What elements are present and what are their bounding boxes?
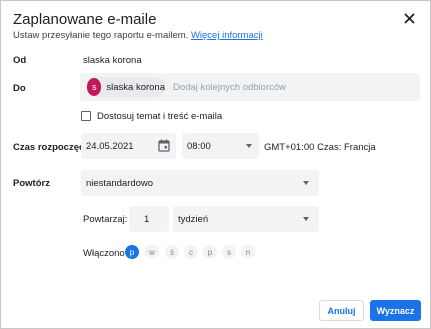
scheduled-email-dialog: Zaplanowane e-maile Ustaw przesyłanie te… (0, 0, 431, 329)
repeat-select[interactable]: niestandardowo (81, 170, 319, 196)
from-value: slaska korona (83, 55, 142, 66)
time-select[interactable]: 08:00 (182, 133, 259, 159)
timezone-label: GMT+01:00 Czas: Francja (264, 142, 376, 153)
subtitle-text: Ustaw przesyłanie tego raportu e-mailem. (13, 30, 189, 41)
day-friday[interactable]: p (203, 245, 217, 259)
calendar-icon[interactable] (158, 139, 170, 152)
day-sunday[interactable]: n (241, 245, 255, 259)
repeat-unit-value: tydzień (178, 214, 209, 225)
day-saturday[interactable]: s (222, 245, 236, 259)
repeat-label: Powtórz (13, 178, 50, 189)
customize-checkbox[interactable] (81, 111, 91, 121)
repeat-every-input[interactable]: 1 (129, 206, 169, 232)
to-label: Do (13, 83, 26, 94)
chevron-down-icon (246, 144, 252, 148)
dialog-subtitle: Ustaw przesyłanie tego raportu e-mailem.… (13, 30, 263, 41)
day-tuesday[interactable]: w (145, 245, 159, 259)
customize-label: Dostosuj temat i treść e-maila (97, 111, 223, 122)
repeat-value: niestandardowo (86, 178, 154, 189)
day-wednesday[interactable]: ś (165, 245, 179, 259)
recipients-field[interactable]: s slaska korona Dodaj kolejnych odbiorcó… (80, 73, 420, 101)
repeat-every-label: Powtarzaj: (83, 214, 128, 225)
from-label: Od (13, 55, 27, 66)
date-field[interactable]: 24.05.2021 (81, 133, 176, 159)
date-value: 24.05.2021 (86, 141, 134, 152)
repeat-unit-select[interactable]: tydzień (173, 206, 319, 232)
time-value: 08:00 (187, 141, 211, 152)
more-info-link[interactable]: Więcej informacji (191, 30, 263, 41)
close-icon[interactable] (400, 9, 420, 29)
recipient-name: slaska korona (106, 81, 165, 93)
day-monday[interactable]: p (125, 245, 139, 259)
add-recipients-input[interactable]: Dodaj kolejnych odbiorców (173, 82, 286, 93)
repeat-on-label: Włączono (83, 248, 125, 259)
chevron-down-icon (303, 217, 309, 221)
avatar: s (87, 78, 102, 96)
schedule-button[interactable]: Wyznacz (370, 300, 421, 321)
cancel-button[interactable]: Anuluj (319, 300, 364, 321)
recipient-chip[interactable]: s slaska korona (86, 77, 165, 97)
dialog-title: Zaplanowane e-maile (13, 11, 157, 28)
day-thursday[interactable]: c (184, 245, 198, 259)
chevron-down-icon (303, 181, 309, 185)
repeat-every-value: 1 (144, 214, 150, 225)
